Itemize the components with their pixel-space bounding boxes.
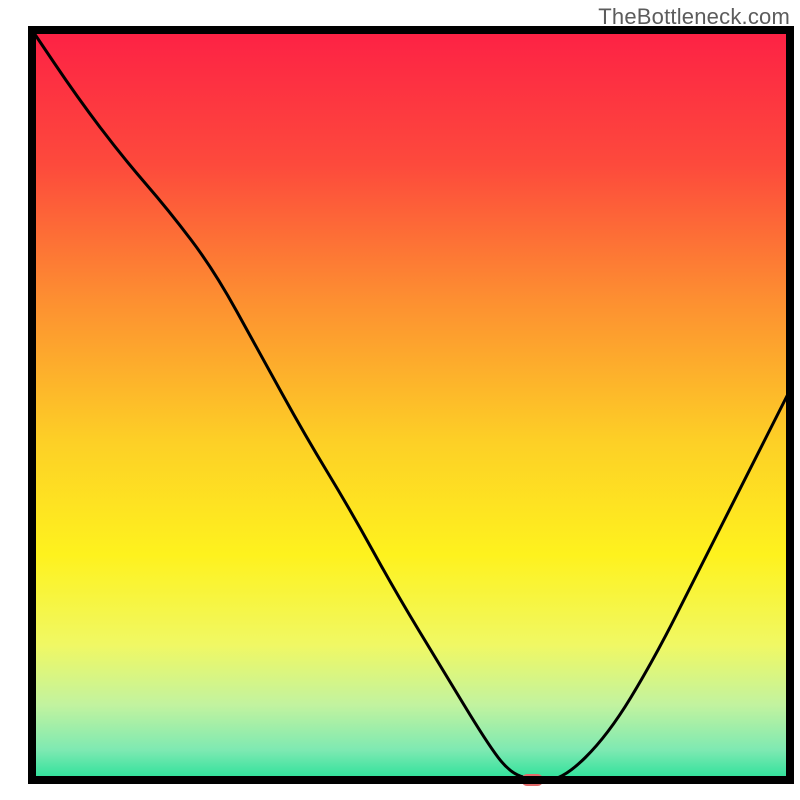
chart-background [32, 30, 790, 780]
chart-container: TheBottleneck.com [0, 0, 800, 800]
bottleneck-chart [0, 0, 800, 800]
watermark-text: TheBottleneck.com [598, 4, 790, 30]
